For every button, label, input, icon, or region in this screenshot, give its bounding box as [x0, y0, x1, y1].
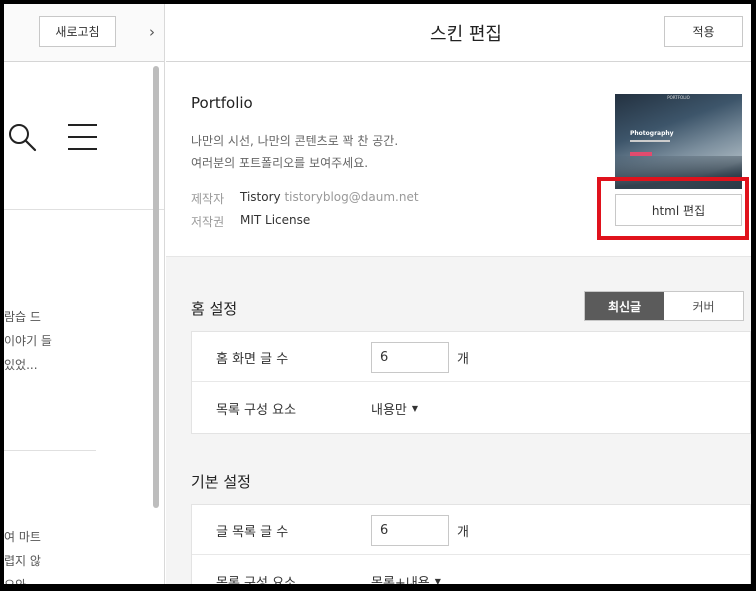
- home-list-select[interactable]: 내용만 ▼: [371, 383, 418, 433]
- post-snippet-line: 있었...: [4, 358, 38, 372]
- license-label: 저작권: [191, 215, 225, 229]
- home-list-label: 목록 구성 요소: [216, 402, 297, 418]
- skin-description-line: 나만의 시선, 나만의 콘텐츠로 꽉 찬 공간.: [191, 134, 399, 148]
- license-value: MIT License: [240, 213, 311, 227]
- tab-cover[interactable]: 커버: [664, 292, 743, 320]
- caret-down-icon: ▼: [411, 403, 419, 413]
- home-list-value: 내용만: [371, 402, 407, 418]
- post-snippet-line: 여 마트: [4, 530, 41, 544]
- window-frame: 새로고침 › 람습 드 이야기 들 있었... 여 마트 렵지 않 으와... …: [4, 4, 751, 584]
- apply-button[interactable]: 적용: [664, 16, 743, 47]
- home-settings-panel: 홈 화면 글 수 개 목록 구성 요소 내용만 ▼: [191, 331, 751, 434]
- divider: [4, 450, 96, 451]
- preview-toolbar: 새로고침 ›: [4, 4, 164, 62]
- post-snippet-line: 으와...: [4, 573, 38, 584]
- list-posts-row: 글 목록 글 수 개: [192, 505, 751, 555]
- home-posts-unit: 개: [457, 351, 469, 367]
- skin-thumbnail: PORTFOLIO Photography: [615, 94, 742, 189]
- home-posts-row: 홈 화면 글 수 개: [192, 332, 751, 382]
- author-value: Tistory tistoryblog@daum.net: [240, 190, 419, 204]
- tab-latest[interactable]: 최신글: [585, 292, 664, 320]
- home-type-toggle: 최신글 커버: [584, 291, 744, 321]
- divider: [4, 209, 164, 210]
- thumbnail-brand: PORTFOLIO: [667, 95, 690, 100]
- home-posts-label: 홈 화면 글 수: [216, 351, 289, 367]
- basic-settings-panel: 글 목록 글 수 개 목록 구성 요소 목록+내용 ▼: [191, 504, 751, 584]
- blog-preview-pane: 새로고침 › 람습 드 이야기 들 있었... 여 마트 렵지 않 으와...: [4, 4, 165, 584]
- caret-down-icon: ▼: [434, 576, 441, 585]
- thumbnail-line: [630, 140, 670, 142]
- post-snippet-line: 이야기 들: [4, 334, 52, 348]
- basic-list-label: 목록 구성 요소: [216, 575, 297, 585]
- author-name: Tistory: [240, 190, 281, 204]
- refresh-button[interactable]: 새로고침: [39, 16, 116, 47]
- post-snippet-line: 렵지 않: [4, 554, 41, 568]
- home-settings-title: 홈 설정: [191, 300, 238, 318]
- skin-editor-pane: 스킨 편집 적용 Portfolio 나만의 시선, 나만의 콘텐츠로 꽉 찬 …: [166, 4, 751, 584]
- author-label: 제작자: [191, 192, 225, 206]
- thumbnail-tag: [630, 152, 652, 156]
- skin-description-line: 여러분의 포트폴리오를 보여주세요.: [191, 156, 369, 170]
- editor-header: 스킨 편집 적용: [166, 4, 751, 62]
- basic-list-value: 목록+내용: [371, 575, 430, 585]
- thumbnail-mountain: [615, 156, 742, 189]
- list-posts-label: 글 목록 글 수: [216, 524, 289, 540]
- basic-list-select[interactable]: 목록+내용 ▼: [371, 556, 441, 585]
- author-email: tistoryblog@daum.net: [284, 190, 419, 204]
- search-icon[interactable]: [7, 122, 37, 152]
- basic-settings-title: 기본 설정: [191, 473, 251, 491]
- home-posts-input[interactable]: [371, 342, 449, 373]
- hamburger-menu-icon[interactable]: [68, 124, 98, 150]
- list-posts-input[interactable]: [371, 515, 449, 546]
- skin-name: Portfolio: [191, 94, 253, 112]
- home-list-row: 목록 구성 요소 내용만 ▼: [192, 383, 751, 433]
- list-posts-unit: 개: [457, 524, 469, 540]
- thumbnail-title: Photography: [630, 130, 674, 137]
- chevron-right-icon[interactable]: ›: [142, 16, 162, 47]
- post-snippet-line: 람습 드: [4, 310, 41, 324]
- basic-list-row: 목록 구성 요소 목록+내용 ▼: [192, 556, 751, 585]
- preview-scrollbar[interactable]: [153, 66, 159, 508]
- html-edit-button[interactable]: html 편집: [615, 194, 742, 226]
